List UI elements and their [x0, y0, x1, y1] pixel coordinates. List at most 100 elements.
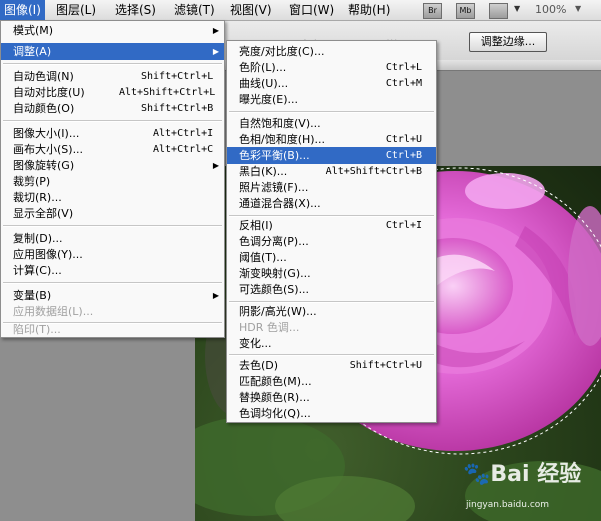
menu-item-apply-image[interactable]: 应用图像(Y)... — [1, 246, 224, 263]
chevron-down-icon[interactable]: ▼ — [514, 4, 520, 13]
menu-item-vibrance[interactable]: 自然饱和度(V)... — [227, 115, 436, 132]
menu-item-label: 色相/饱和度(H)... — [239, 133, 326, 146]
menu-item-label: 调整(A) — [13, 45, 52, 58]
menu-separator — [3, 63, 222, 65]
menu-item-auto-contrast[interactable]: 自动对比度(U) Alt+Shift+Ctrl+L — [1, 84, 224, 101]
menu-item-label: 显示全部(V) — [13, 207, 74, 220]
menu-item-variables[interactable]: 变量(B) ▶ — [1, 287, 224, 304]
menu-item-threshold[interactable]: 阈值(T)... — [227, 249, 436, 266]
menu-item-brightness-contrast[interactable]: 亮度/对比度(C)... — [227, 43, 436, 60]
menu-item-color-balance[interactable]: 色彩平衡(B)... Ctrl+B — [227, 147, 436, 164]
menu-separator — [229, 111, 434, 113]
menu-separator — [3, 282, 222, 284]
menu-item-label: 裁切(R)... — [13, 191, 62, 204]
menu-separator — [3, 120, 222, 122]
arrange-documents-icon[interactable] — [489, 3, 508, 19]
menu-item-label: 阴影/高光(W)... — [239, 305, 317, 318]
menu-item-label: 变量(B) — [13, 289, 52, 302]
menu-item-label: 图像大小(I)... — [13, 127, 80, 140]
menu-item-replace-color[interactable]: 替换颜色(R)... — [227, 389, 436, 406]
menu-item-crop[interactable]: 裁剪(P) — [1, 173, 224, 190]
menu-item-auto-color[interactable]: 自动颜色(O) Shift+Ctrl+B — [1, 100, 224, 117]
menu-item-shortcut: Alt+Shift+Ctrl+L — [119, 87, 216, 98]
menu-item-label: 可选颜色(S)... — [239, 283, 310, 296]
menu-item-label: HDR 色调... — [239, 321, 300, 334]
menu-item-gradient-map[interactable]: 渐变映射(G)... — [227, 265, 436, 282]
menu-help[interactable]: 帮助(H) — [344, 0, 394, 20]
menu-item-label: 通道混合器(X)... — [239, 197, 321, 210]
baidu-jingyan-watermark: 🐾Bai 经验 — [463, 456, 581, 488]
menu-item-label: 陷印(T)... — [13, 323, 61, 336]
menu-item-image-rotation[interactable]: 图像旋转(G) ▶ — [1, 157, 224, 174]
menu-item-levels[interactable]: 色阶(L)... Ctrl+L — [227, 59, 436, 76]
menu-item-photo-filter[interactable]: 照片滤镜(F)... — [227, 179, 436, 196]
refine-edge-button[interactable]: 调整边缘... — [469, 32, 547, 52]
submenu-arrow-icon: ▶ — [212, 26, 219, 35]
menu-item-equalize[interactable]: 色调均化(Q)... — [227, 405, 436, 422]
menu-filter[interactable]: 滤镜(T) — [170, 0, 219, 20]
submenu-arrow-icon: ▶ — [212, 47, 219, 56]
menu-item-label: 色调均化(Q)... — [239, 407, 311, 420]
menu-item-match-color[interactable]: 匹配颜色(M)... — [227, 373, 436, 390]
menu-item-shadows-highlights[interactable]: 阴影/高光(W)... — [227, 303, 436, 320]
menu-item-label: 画布大小(S)... — [13, 143, 84, 156]
bridge-icon[interactable]: Br — [423, 3, 442, 19]
menu-select[interactable]: 选择(S) — [111, 0, 160, 20]
menu-item-canvas-size[interactable]: 画布大小(S)... Alt+Ctrl+C — [1, 141, 224, 158]
menu-image[interactable]: 图像(I) — [0, 0, 45, 20]
menu-item-hue-saturation[interactable]: 色相/饱和度(H)... Ctrl+U — [227, 131, 436, 148]
adjustments-submenu: 亮度/对比度(C)... 色阶(L)... Ctrl+L 曲线(U)... Ctrl… — [226, 40, 437, 423]
menu-bar: 图像(I) 图层(L) 选择(S) 滤镜(T) 视图(V) 窗口(W) 帮助(H… — [0, 0, 601, 21]
menu-item-shortcut: Alt+Ctrl+I — [153, 128, 214, 139]
menu-window[interactable]: 窗口(W) — [285, 0, 338, 20]
menu-item-label: 去色(D) — [239, 359, 279, 372]
menu-item-image-size[interactable]: 图像大小(I)... Alt+Ctrl+I — [1, 125, 224, 142]
menu-item-label: 模式(M) — [13, 24, 54, 37]
menu-item-label: 复制(D)... — [13, 232, 63, 245]
menu-item-selective-color[interactable]: 可选颜色(S)... — [227, 281, 436, 298]
menu-item-label: 色调分离(P)... — [239, 235, 309, 248]
menu-item-label: 图像旋转(G) — [13, 159, 75, 172]
menu-item-shortcut: Ctrl+I — [385, 220, 422, 231]
menu-layer[interactable]: 图层(L) — [52, 0, 100, 20]
menu-item-calculations[interactable]: 计算(C)... — [1, 262, 224, 279]
zoom-level[interactable]: 100% — [535, 0, 566, 20]
menu-item-adjustments[interactable]: 调整(A) ▶ — [1, 43, 224, 60]
menu-item-label: 变化... — [239, 337, 272, 350]
menu-item-shortcut: Ctrl+U — [385, 134, 422, 145]
menu-item-shortcut: Shift+Ctrl+L — [141, 71, 214, 82]
menu-item-duplicate[interactable]: 复制(D)... — [1, 230, 224, 247]
menu-item-label: 裁剪(P) — [13, 175, 51, 188]
menu-item-curves[interactable]: 曲线(U)... Ctrl+M — [227, 75, 436, 92]
menu-item-label: 自动颜色(O) — [13, 102, 75, 115]
menu-item-invert[interactable]: 反相(I) Ctrl+I — [227, 217, 436, 234]
menu-item-trap: 陷印(T)... — [1, 321, 224, 338]
menu-item-label: 曝光度(E)... — [239, 93, 299, 106]
menu-item-shortcut: Shift+Ctrl+B — [141, 103, 214, 114]
menu-separator — [229, 354, 434, 356]
menu-item-black-white[interactable]: 黑白(K)... Alt+Shift+Ctrl+B — [227, 163, 436, 180]
submenu-arrow-icon: ▶ — [212, 291, 219, 300]
menu-view[interactable]: 视图(V) — [226, 0, 276, 20]
menu-item-shortcut: Alt+Shift+Ctrl+B — [325, 166, 422, 177]
menu-item-auto-tone[interactable]: 自动色调(N) Shift+Ctrl+L — [1, 68, 224, 85]
menu-item-reveal-all[interactable]: 显示全部(V) — [1, 205, 224, 222]
menu-item-label: 曲线(U)... — [239, 77, 289, 90]
menu-item-posterize[interactable]: 色调分离(P)... — [227, 233, 436, 250]
menu-item-apply-data-set: 应用数据组(L)... — [1, 303, 224, 320]
menu-item-shortcut: Ctrl+B — [385, 150, 422, 161]
menu-item-label: 自动色调(N) — [13, 70, 74, 83]
menu-item-hdr-toning: HDR 色调... — [227, 319, 436, 336]
menu-item-trim[interactable]: 裁切(R)... — [1, 189, 224, 206]
menu-item-exposure[interactable]: 曝光度(E)... — [227, 91, 436, 108]
zoom-chevron-icon[interactable]: ▼ — [575, 4, 581, 13]
menu-item-label: 自动对比度(U) — [13, 86, 85, 99]
menu-item-mode[interactable]: 模式(M) ▶ — [1, 22, 224, 39]
menu-item-desaturate[interactable]: 去色(D) Shift+Ctrl+U — [227, 357, 436, 374]
menu-item-label: 反相(I) — [239, 219, 273, 232]
menu-item-label: 色阶(L)... — [239, 61, 287, 74]
menu-item-variations[interactable]: 变化... — [227, 335, 436, 352]
menu-item-label: 计算(C)... — [13, 264, 62, 277]
mini-bridge-icon[interactable]: Mb — [456, 3, 475, 19]
menu-item-channel-mixer[interactable]: 通道混合器(X)... — [227, 195, 436, 212]
